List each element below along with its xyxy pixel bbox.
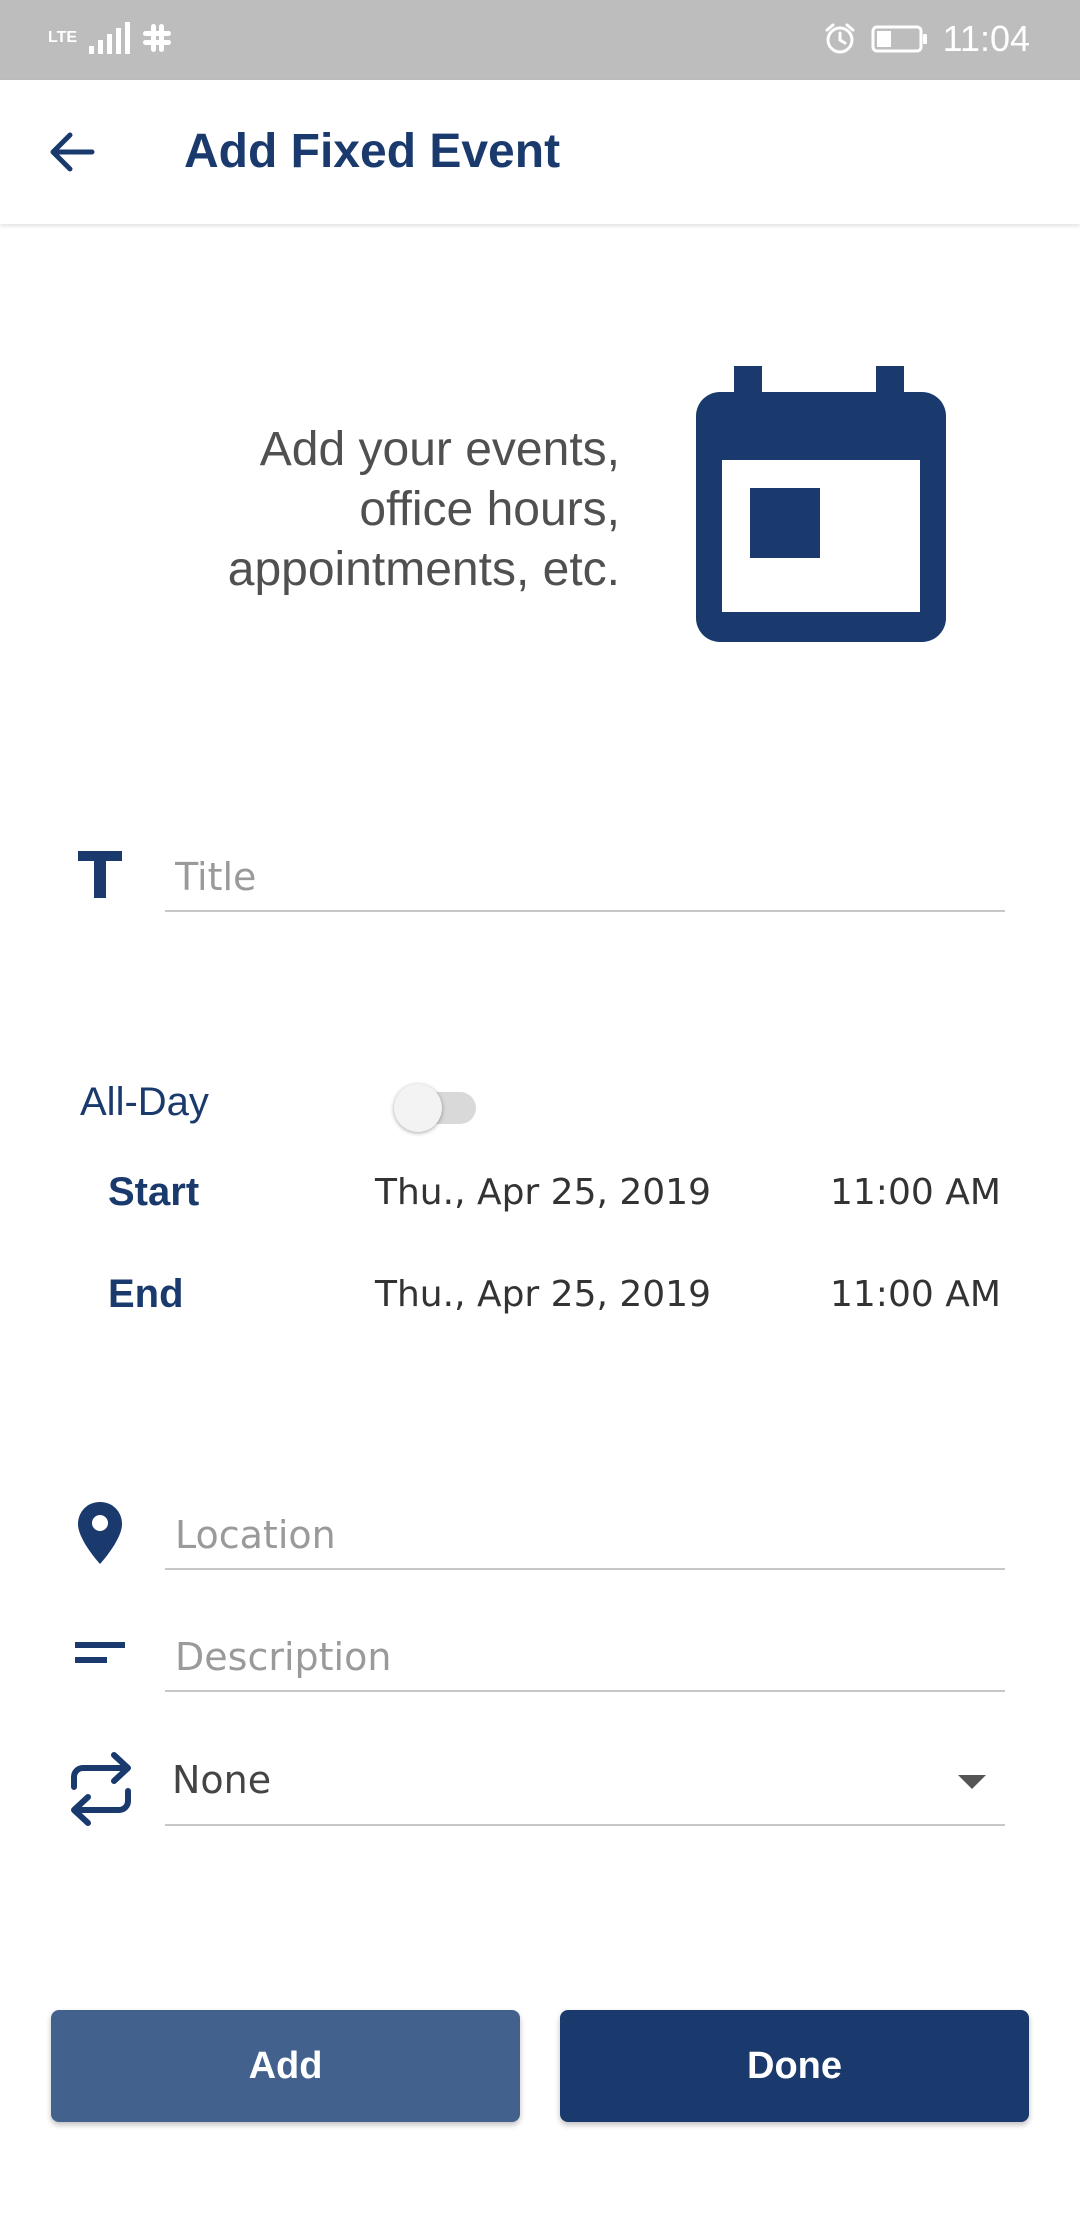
slack-icon — [143, 24, 172, 52]
description-field-icon — [72, 1636, 128, 1670]
end-time[interactable]: 11:00 AM — [830, 1274, 1001, 1315]
hero-line-2: office hours, — [359, 483, 620, 536]
hero-line-3: appointments, etc. — [227, 543, 620, 596]
battery-icon — [871, 25, 927, 53]
text-title-icon — [78, 851, 122, 898]
status-left-icons: LTE — [48, 20, 173, 56]
end-date[interactable]: Thu., Apr 25, 2019 — [375, 1274, 711, 1315]
short-text-icon — [75, 1642, 125, 1663]
status-time: 11:04 — [942, 18, 1030, 59]
all-day-toggle[interactable] — [394, 1080, 484, 1132]
arrow-left-icon — [50, 132, 95, 172]
calendar-icon — [696, 366, 946, 642]
title-field-icon — [72, 842, 128, 906]
network-type-icon: LTE — [48, 29, 78, 46]
end-label: End — [108, 1272, 184, 1316]
alarm-icon — [825, 23, 855, 54]
all-day-label: All-Day — [80, 1080, 209, 1124]
back-button[interactable] — [38, 118, 106, 186]
start-time[interactable]: 11:00 AM — [830, 1172, 1001, 1213]
location-underline — [165, 1568, 1005, 1570]
repeat-icon — [71, 1752, 131, 1826]
add-button[interactable]: Add — [51, 2010, 520, 2122]
repeat-select-value: None — [172, 1758, 272, 1802]
title-input[interactable] — [175, 842, 995, 912]
hero-line-1: Add your events, — [259, 423, 620, 476]
repeat-select[interactable] — [165, 1740, 1005, 1824]
location-input[interactable] — [175, 1500, 995, 1570]
start-date[interactable]: Thu., Apr 25, 2019 — [375, 1172, 711, 1213]
repeat-underline — [165, 1824, 1005, 1826]
status-bar: LTE 11:04 — [0, 0, 1080, 80]
title-underline — [165, 910, 1005, 912]
dropdown-arrow-icon — [958, 1775, 986, 1789]
repeat-field-icon — [66, 1750, 136, 1828]
page-title: Add Fixed Event — [184, 125, 561, 178]
location-field-icon — [72, 1498, 128, 1568]
hero-text: Add your events, office hours, appointme… — [150, 420, 620, 600]
start-label: Start — [108, 1170, 200, 1214]
description-input[interactable] — [175, 1622, 995, 1692]
signal-icon — [89, 22, 131, 54]
toggle-thumb — [394, 1084, 442, 1132]
status-right-icons: 11:04 — [823, 18, 1030, 60]
description-underline — [165, 1690, 1005, 1692]
done-button[interactable]: Done — [560, 2010, 1029, 2122]
location-pin-icon — [78, 1502, 122, 1564]
app-bar: Add Fixed Event — [0, 80, 1080, 224]
